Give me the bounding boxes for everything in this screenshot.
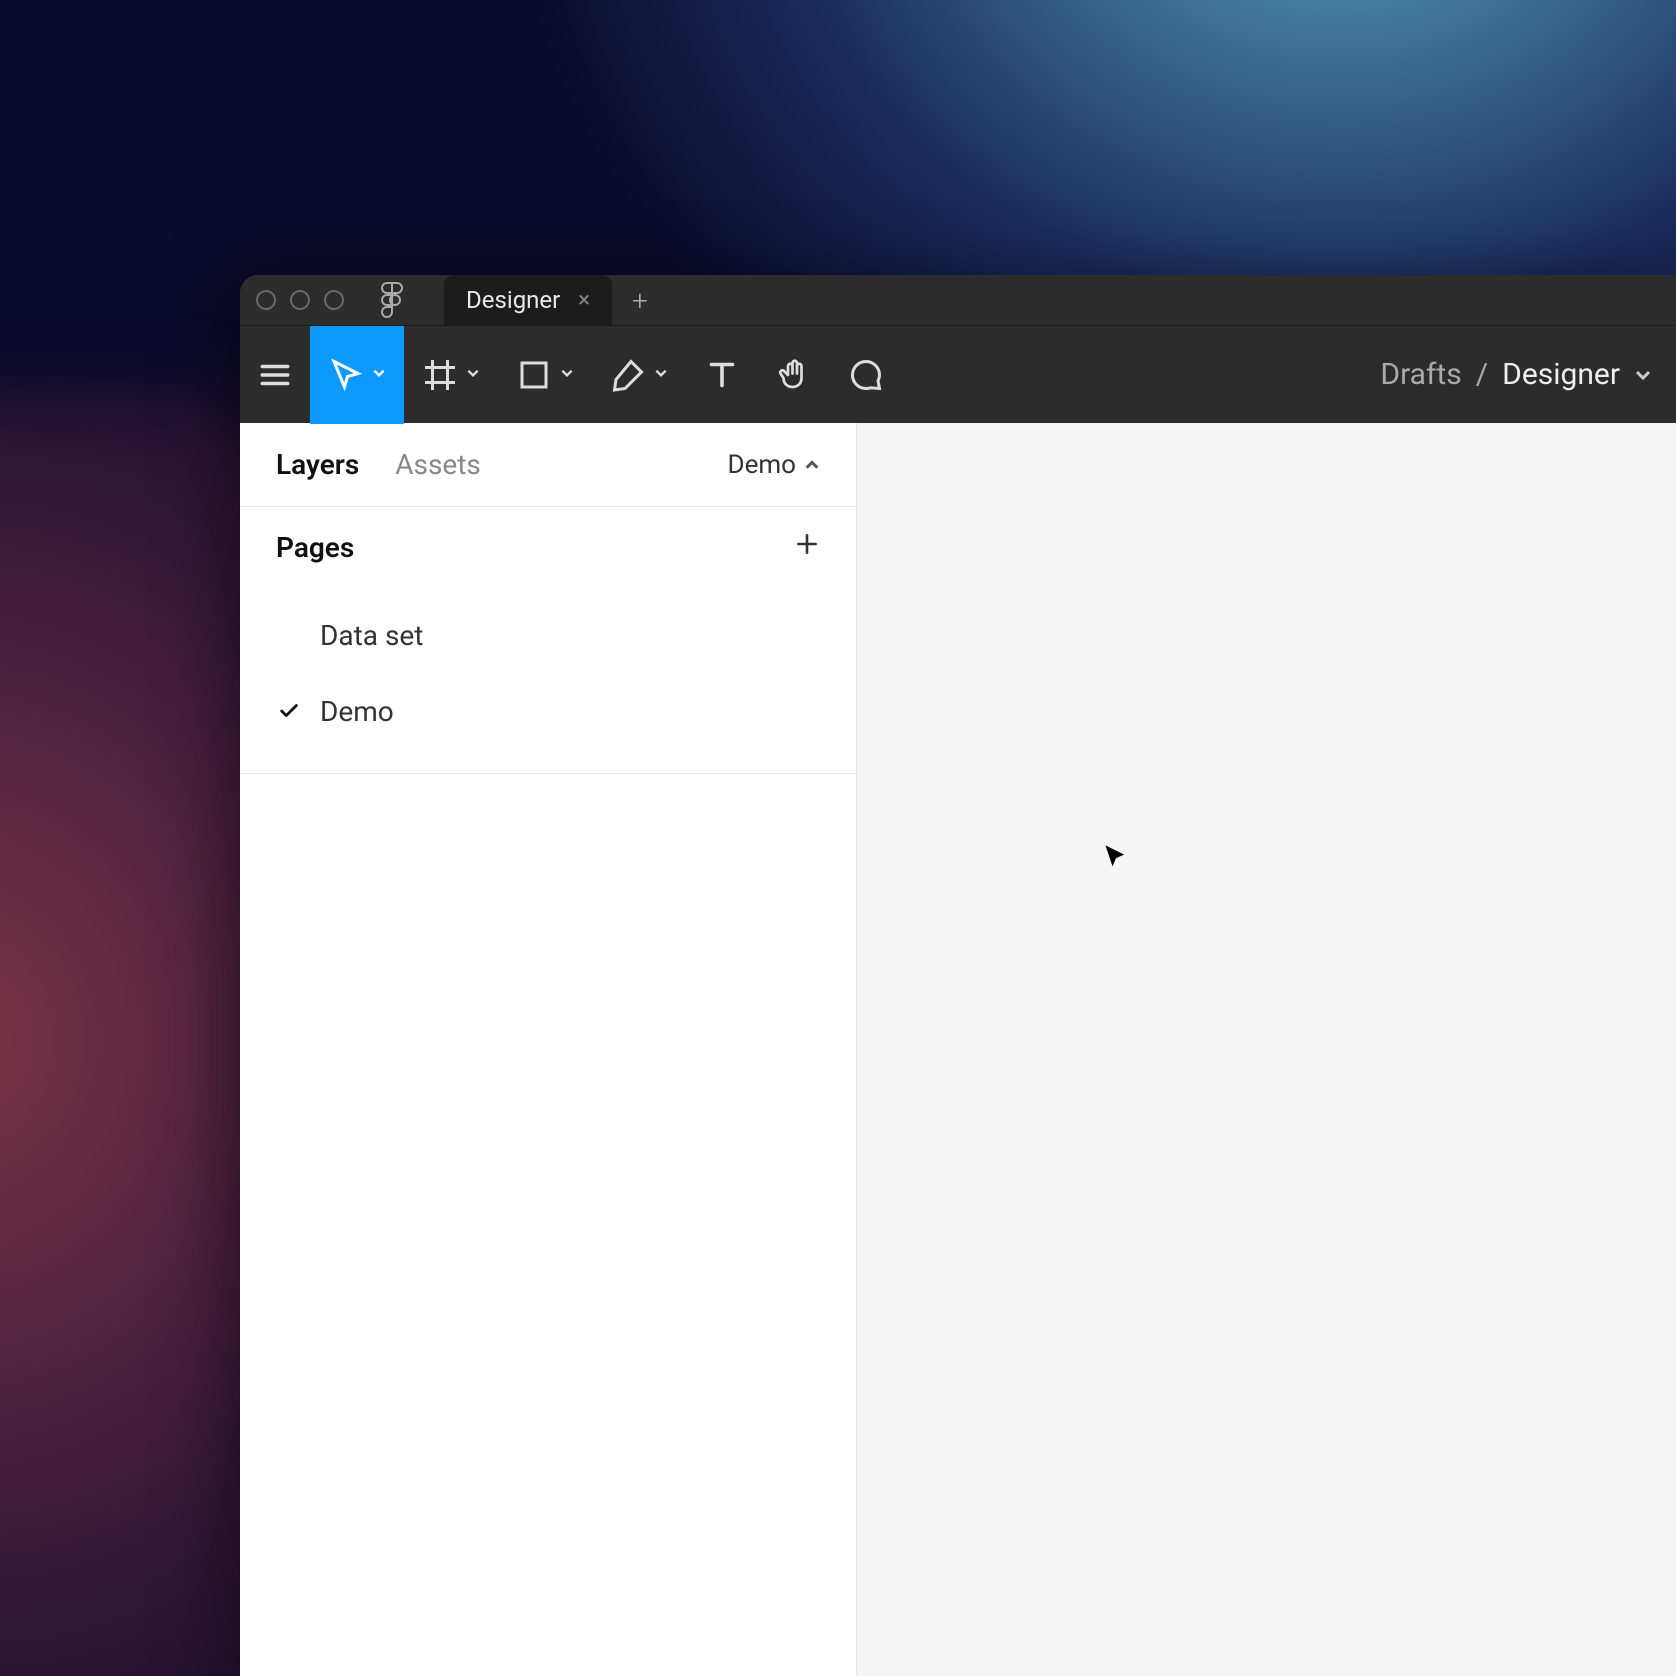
close-window-button[interactable] <box>256 290 276 310</box>
chevron-down-icon[interactable] <box>1634 357 1652 392</box>
chevron-down-icon[interactable] <box>654 365 668 384</box>
desktop-wallpaper: Designer × + <box>0 0 1676 1676</box>
page-selector[interactable]: Demo <box>728 450 820 480</box>
minimize-window-button[interactable] <box>290 290 310 310</box>
chevron-down-icon[interactable] <box>466 365 480 384</box>
comment-tool-button[interactable] <box>830 326 902 424</box>
shape-tool-button[interactable] <box>498 326 592 424</box>
page-item-label: Demo <box>320 695 394 728</box>
cursor-icon <box>1102 843 1130 875</box>
frame-tool-button[interactable] <box>404 326 498 424</box>
breadcrumb-separator: / <box>1476 357 1488 392</box>
add-page-button[interactable] <box>794 531 820 564</box>
close-tab-icon[interactable]: × <box>578 288 590 313</box>
breadcrumb-current[interactable]: Designer <box>1502 357 1620 392</box>
page-item-label: Data set <box>320 619 423 652</box>
move-tool-button[interactable] <box>310 326 404 424</box>
checkmark-icon <box>276 700 302 722</box>
left-sidebar: Layers Assets Demo Pages <box>240 423 857 1676</box>
text-tool-button[interactable] <box>686 326 758 424</box>
main-menu-button[interactable] <box>240 326 310 424</box>
hand-tool-button[interactable] <box>758 326 830 424</box>
pages-header: Pages <box>240 507 856 587</box>
page-list: Data set Demo <box>240 587 856 774</box>
tab-assets[interactable]: Assets <box>395 448 481 481</box>
sidebar-tabs: Layers Assets Demo <box>240 423 856 507</box>
tab-layers[interactable]: Layers <box>276 448 359 481</box>
chevron-up-icon <box>804 457 820 473</box>
toolbar: Drafts / Designer <box>240 325 1676 423</box>
breadcrumb: Drafts / Designer <box>1380 357 1652 392</box>
app-body: Layers Assets Demo Pages <box>240 423 1676 1676</box>
chevron-down-icon[interactable] <box>560 365 574 384</box>
file-tab[interactable]: Designer × <box>444 275 612 325</box>
app-window: Designer × + <box>240 275 1676 1676</box>
titlebar: Designer × + <box>240 275 1676 325</box>
page-item[interactable]: Data set <box>240 597 856 673</box>
pages-header-label: Pages <box>276 531 354 564</box>
traffic-lights <box>256 290 344 310</box>
pen-tool-button[interactable] <box>592 326 686 424</box>
zoom-window-button[interactable] <box>324 290 344 310</box>
page-item[interactable]: Demo <box>240 673 856 749</box>
new-tab-button[interactable]: + <box>632 284 648 317</box>
chevron-down-icon[interactable] <box>372 365 386 384</box>
canvas[interactable] <box>857 423 1676 1676</box>
figma-logo-icon[interactable] <box>378 282 404 318</box>
page-selector-label: Demo <box>728 450 796 480</box>
file-tab-label: Designer <box>466 286 560 314</box>
breadcrumb-parent[interactable]: Drafts <box>1380 357 1461 392</box>
